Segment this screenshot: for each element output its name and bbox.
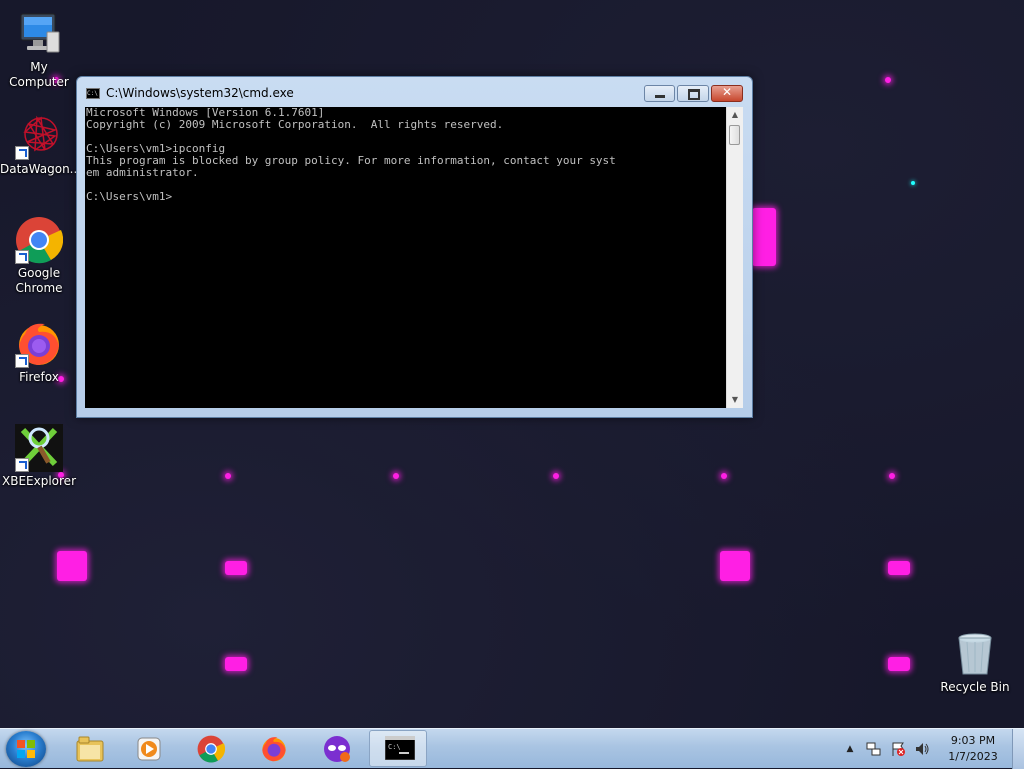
scroll-down-icon[interactable]: ▼ <box>727 392 743 408</box>
vertical-scrollbar[interactable]: ▲ ▼ <box>726 107 743 408</box>
wallpaper-glow <box>225 657 247 671</box>
wallpaper-glow <box>393 473 399 479</box>
wallpaper-glow <box>721 473 727 479</box>
network-icon[interactable] <box>866 741 882 757</box>
clock[interactable]: 9:03 PM 1/7/2023 <box>938 733 1008 765</box>
desktop-icon-datawagon[interactable]: DataWagon... <box>0 112 82 177</box>
show-hidden-icons-icon[interactable]: ▲ <box>842 741 858 757</box>
action-center-flag-icon[interactable] <box>890 741 906 757</box>
shortcut-arrow-icon <box>15 354 29 368</box>
clock-date: 1/7/2023 <box>948 750 998 763</box>
taskbar-item-media-player[interactable] <box>120 730 178 767</box>
wallpaper-glow <box>752 208 776 266</box>
close-icon: ✕ <box>721 85 733 99</box>
desktop-icon-label: XBEExplorer <box>2 474 76 488</box>
mask-icon <box>323 735 351 763</box>
shortcut-arrow-icon <box>15 146 29 160</box>
desktop-icon-label: Firefox <box>19 370 59 384</box>
chrome-icon <box>15 216 64 264</box>
media-player-icon <box>135 735 163 763</box>
desktop-icon-xbeexplorer[interactable]: XBEExplorer <box>0 424 78 489</box>
taskbar-item-mask-app[interactable] <box>308 730 366 767</box>
recycle-bin-icon <box>951 630 999 678</box>
wallpaper-glow <box>720 551 750 581</box>
wallpaper-glow <box>885 77 891 83</box>
desktop-icon-my-computer[interactable]: My Computer <box>0 10 78 90</box>
wallpaper-glow <box>553 473 559 479</box>
taskbar-item-firefox[interactable] <box>245 730 303 767</box>
datawagon-icon <box>15 112 63 160</box>
scroll-up-icon[interactable]: ▲ <box>727 107 743 123</box>
console-output[interactable]: Microsoft Windows [Version 6.1.7601] Cop… <box>85 107 726 408</box>
scroll-thumb[interactable] <box>729 125 740 145</box>
volume-icon[interactable] <box>914 741 930 757</box>
taskbar: C:\ ▲ 9:03 PM 1/7/2023 <box>0 728 1024 769</box>
wallpaper-glow <box>225 473 231 479</box>
minimize-button[interactable] <box>644 85 675 102</box>
title-bar[interactable]: C:\ C:\Windows\system32\cmd.exe ✕ <box>77 77 752 107</box>
desktop: My Computer DataWagon... Google Chrome F… <box>0 0 1024 728</box>
windows-logo-icon <box>17 740 35 758</box>
chrome-icon <box>197 735 226 763</box>
desktop-icon-label: DataWagon... <box>0 162 82 176</box>
desktop-icon-recycle-bin[interactable]: Recycle Bin <box>936 630 1014 695</box>
maximize-button[interactable] <box>677 85 709 102</box>
desktop-icon-label: Google Chrome <box>15 266 63 295</box>
shortcut-arrow-icon <box>15 250 29 264</box>
desktop-icon-firefox[interactable]: Firefox <box>0 320 78 385</box>
taskbar-item-google-chrome[interactable] <box>182 730 240 767</box>
desktop-icon-label: My Computer <box>9 60 69 89</box>
console-line <box>85 179 726 191</box>
firefox-icon <box>15 320 63 368</box>
firefox-icon <box>260 735 288 763</box>
close-button[interactable]: ✕ <box>711 85 743 102</box>
wallpaper-glow <box>225 561 247 575</box>
svg-text:C:\: C:\ <box>388 743 401 751</box>
shortcut-arrow-icon <box>15 458 29 472</box>
cmd-icon: C:\ <box>86 88 100 99</box>
cmd-icon: C:\ <box>384 735 416 764</box>
xbeexplorer-icon <box>15 424 63 472</box>
console-line: Copyright (c) 2009 Microsoft Corporation… <box>86 118 504 131</box>
console-line: em administrator. <box>86 166 199 179</box>
start-button[interactable] <box>6 731 46 767</box>
desktop-icon-label: Recycle Bin <box>940 680 1010 694</box>
taskbar-item-command-prompt[interactable]: C:\ <box>369 730 427 767</box>
computer-icon <box>15 10 63 58</box>
cmd-window[interactable]: C:\ C:\Windows\system32\cmd.exe ✕ Micros… <box>76 76 753 418</box>
window-title: C:\Windows\system32\cmd.exe <box>106 86 294 100</box>
console-prompt[interactable]: C:\Users\vm1> <box>85 191 726 203</box>
desktop-icon-google-chrome[interactable]: Google Chrome <box>0 216 78 296</box>
folder-icon <box>75 735 104 763</box>
wallpaper-glow <box>889 473 895 479</box>
clock-time: 9:03 PM <box>950 734 996 747</box>
taskbar-item-windows-explorer[interactable] <box>60 730 118 767</box>
wallpaper-glow <box>888 657 910 671</box>
wallpaper-glow <box>888 561 910 575</box>
wallpaper-glow <box>911 181 915 185</box>
show-desktop-button[interactable] <box>1012 729 1024 769</box>
wallpaper-glow <box>57 551 87 581</box>
